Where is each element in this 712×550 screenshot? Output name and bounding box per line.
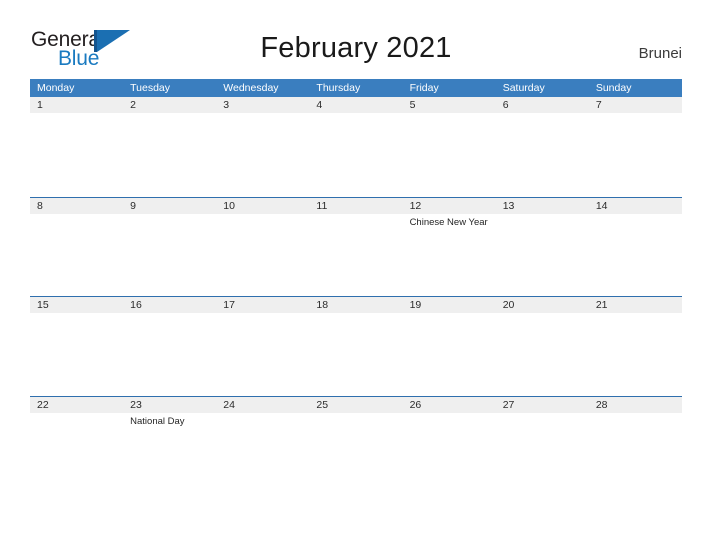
calendar-day-cell[interactable]: 14 — [588, 197, 682, 297]
calendar-day-cell[interactable]: 22 — [30, 396, 124, 496]
calendar-day-cell[interactable]: 2 — [123, 97, 217, 197]
day-number: 13 — [502, 199, 515, 212]
calendar-day-cell[interactable]: 5 — [402, 97, 496, 197]
calendar-day-cell[interactable]: 21 — [588, 297, 682, 396]
day-number: 11 — [316, 199, 328, 212]
calendar-day-cell[interactable]: 1 — [30, 97, 124, 197]
page-title: February 2021 — [260, 32, 452, 64]
calendar-day-cell[interactable]: 27 — [495, 396, 589, 496]
day-number: 10 — [223, 199, 235, 212]
holiday-event: National Day — [130, 415, 185, 427]
calendar-day-cell[interactable]: 16 — [123, 297, 217, 396]
weekday-header-monday: Monday — [37, 82, 75, 94]
calendar-week-inner: 1 2 3 4 5 6 7 — [30, 97, 682, 197]
country-label: Brunei — [638, 45, 682, 62]
weekday-header-friday: Friday — [409, 82, 439, 94]
calendar-day-cell[interactable]: 13 — [495, 197, 589, 297]
weekday-header-row: Monday Tuesday Wednesday Thursday Friday… — [30, 79, 682, 97]
calendar-day-cell[interactable]: 3 — [216, 97, 310, 197]
calendar-day-cell[interactable]: 25 — [309, 396, 403, 496]
day-number: 18 — [316, 299, 329, 311]
day-number: 16 — [130, 299, 142, 311]
day-events: Chinese New Year — [410, 216, 493, 229]
day-number: 6 — [502, 99, 509, 111]
day-number-band — [30, 197, 124, 214]
day-number-band — [123, 97, 217, 113]
day-number: 2 — [130, 99, 136, 111]
day-number: 19 — [409, 299, 422, 311]
day-number: 3 — [223, 99, 230, 111]
day-number: 12 — [409, 199, 422, 212]
calendar-day-cell[interactable]: 19 — [402, 297, 496, 396]
calendar-day-cell[interactable]: 9 — [123, 197, 217, 297]
day-number: 28 — [595, 398, 608, 411]
holiday-event: Chinese New Year — [409, 216, 488, 228]
day-number: 25 — [316, 398, 329, 411]
calendar-day-cell[interactable]: 20 — [495, 297, 589, 396]
day-number-band — [123, 197, 217, 214]
day-events: National Day — [130, 415, 213, 428]
day-number-band — [588, 97, 682, 113]
calendar-day-cell[interactable]: 23 National Day — [123, 396, 217, 496]
calendar-day-cell[interactable]: 4 — [309, 97, 403, 197]
day-number-band — [30, 97, 124, 113]
calendar-day-cell[interactable]: 17 — [216, 297, 310, 396]
day-number: 14 — [595, 199, 608, 212]
calendar-week-inner: 15 16 17 18 19 20 21 — [30, 297, 682, 396]
day-number: 15 — [37, 299, 49, 311]
day-number: 21 — [595, 299, 608, 311]
day-number: 20 — [502, 299, 515, 311]
calendar-week-row: 8 9 10 11 12 Chinese New Year 13 14 — [30, 196, 682, 297]
day-number: 7 — [595, 99, 602, 111]
day-number: 26 — [409, 398, 422, 411]
calendar-day-cell[interactable]: 10 — [216, 197, 310, 297]
calendar-week-row: 15 16 17 18 19 20 21 — [30, 296, 682, 396]
calendar-day-cell[interactable]: 6 — [495, 97, 589, 197]
calendar-week-inner: 8 9 10 11 12 Chinese New Year 13 14 — [30, 197, 682, 297]
day-number: 1 — [37, 99, 43, 111]
day-number-band — [216, 97, 310, 113]
day-number: 23 — [130, 398, 142, 411]
calendar-grid: Monday Tuesday Wednesday Thursday Friday… — [30, 79, 682, 495]
page-header: General Blue February 2021 Brunei — [0, 0, 712, 79]
day-number: 22 — [37, 398, 49, 411]
weekday-header-wednesday: Wednesday — [223, 82, 279, 94]
weekday-header-saturday: Saturday — [502, 82, 545, 94]
calendar-day-cell[interactable]: 15 — [30, 297, 124, 396]
day-number: 27 — [502, 398, 515, 411]
weekday-header-sunday: Sunday — [595, 82, 632, 94]
day-number: 17 — [223, 299, 235, 311]
calendar-day-cell[interactable]: 11 — [309, 197, 403, 297]
calendar-day-cell[interactable]: 7 — [588, 97, 682, 197]
day-number: 8 — [37, 199, 43, 212]
weekday-header-tuesday: Tuesday — [130, 82, 171, 94]
day-number-band — [402, 97, 496, 113]
day-number: 5 — [409, 99, 416, 111]
calendar-week-row: 1 2 3 4 5 6 7 — [30, 97, 682, 197]
calendar-page: General Blue February 2021 Brunei Monday… — [0, 0, 712, 550]
day-number: 24 — [223, 398, 235, 411]
calendar-day-cell[interactable]: 12 Chinese New Year — [402, 197, 496, 297]
calendar-day-cell[interactable]: 18 — [309, 297, 403, 396]
day-number: 4 — [316, 99, 323, 111]
calendar-day-cell[interactable]: 26 — [402, 396, 496, 496]
calendar-day-cell[interactable]: 8 — [30, 197, 124, 297]
weekday-header-thursday: Thursday — [316, 82, 361, 94]
day-number: 9 — [130, 199, 136, 212]
calendar-day-cell[interactable]: 24 — [216, 396, 310, 496]
calendar-day-cell[interactable]: 28 — [588, 396, 682, 496]
day-number-band — [309, 97, 403, 113]
day-number-band — [495, 97, 589, 113]
calendar-weeks: 1 2 3 4 5 6 7 8 9 10 11 12 Chinese New Year 13 14 15 16 1… — [30, 97, 682, 495]
calendar-week-row: 22 23 National Day 24 25 26 27 28 — [30, 395, 682, 496]
calendar-week-inner: 22 23 National Day 24 25 26 27 28 — [30, 396, 682, 496]
